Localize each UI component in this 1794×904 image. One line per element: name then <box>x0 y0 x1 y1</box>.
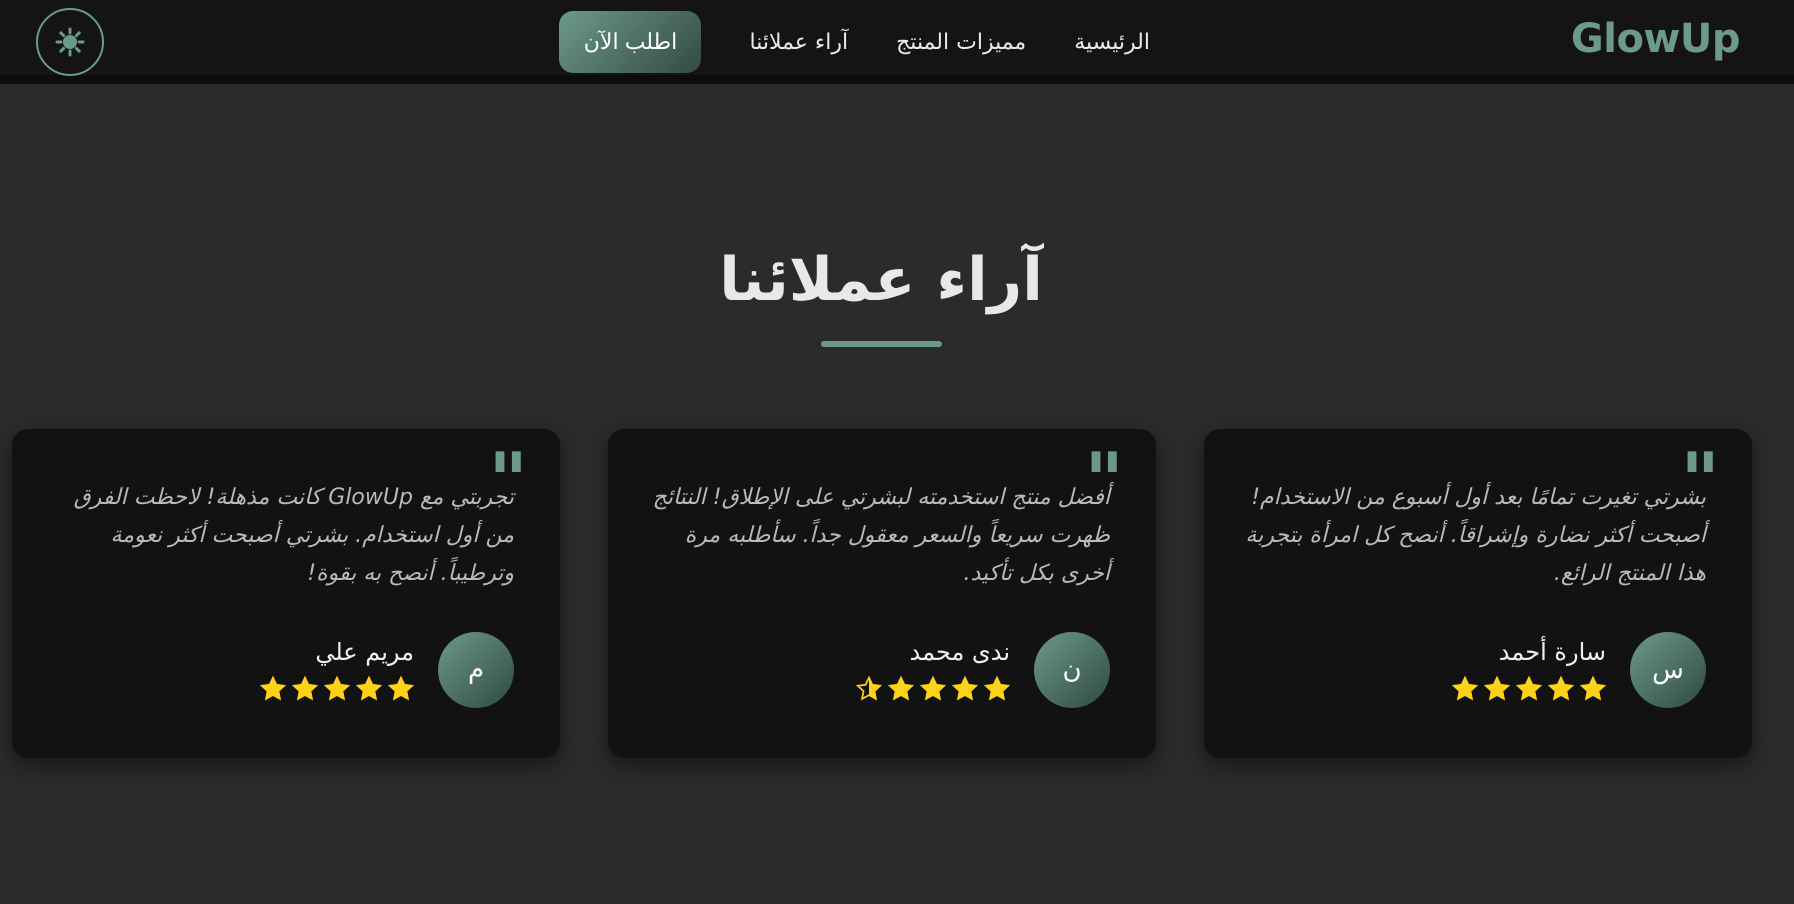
avatar: ن <box>1034 632 1110 708</box>
order-now-button[interactable]: اطلب الآن <box>559 11 702 73</box>
sun-icon <box>55 27 85 57</box>
star-rating <box>260 676 414 702</box>
testimonial-author: م مريم علي <box>260 632 514 708</box>
brand-logo[interactable]: GlowUp <box>1571 16 1741 62</box>
testimonial-card: " بشرتي تغيرت تمامًا بعد أول أسبوع من ال… <box>1204 429 1752 758</box>
navbar: الرئيسية مميزات المنتج آراء عملائنا اطلب… <box>0 0 1794 84</box>
star-full-icon <box>888 676 914 701</box>
title-underline <box>821 341 942 347</box>
avatar: م <box>438 632 514 708</box>
section-title: آراء عملائنا <box>719 245 1043 315</box>
star-full-icon <box>1484 676 1510 701</box>
star-full-icon <box>324 676 350 701</box>
nav-link-home[interactable]: الرئيسية <box>1074 30 1150 55</box>
star-full-icon <box>984 676 1010 701</box>
star-full-icon <box>1548 676 1574 701</box>
star-full-icon <box>1452 676 1478 701</box>
author-info: سارة أحمد <box>1452 638 1606 702</box>
author-name: ندى محمد <box>909 638 1010 666</box>
author-name: سارة أحمد <box>1498 638 1606 666</box>
star-full-icon <box>292 676 318 701</box>
author-name: مريم علي <box>315 638 414 666</box>
star-full-icon <box>388 676 414 701</box>
star-rating <box>856 676 1010 702</box>
theme-toggle-button[interactable] <box>36 8 104 76</box>
author-info: ندى محمد <box>856 638 1010 702</box>
star-full-icon <box>952 676 978 701</box>
star-full-icon <box>1580 676 1606 701</box>
nav-links: الرئيسية مميزات المنتج آراء عملائنا اطلب… <box>559 11 1150 73</box>
star-half-icon <box>856 676 882 701</box>
testimonial-card: " تجربتي مع GlowUp كانت مذهلة! لاحظت الف… <box>12 429 560 758</box>
nav-link-features[interactable]: مميزات المنتج <box>896 30 1026 55</box>
testimonial-author: ن ندى محمد <box>856 632 1110 708</box>
testimonial-text: أفضل منتج استخدمته لبشرتي على الإطلاق! ا… <box>652 485 1110 586</box>
star-full-icon <box>1516 676 1542 701</box>
testimonial-author: س سارة أحمد <box>1452 632 1706 708</box>
nav-link-testimonials[interactable]: آراء عملائنا <box>749 30 848 55</box>
testimonial-card: " أفضل منتج استخدمته لبشرتي على الإطلاق!… <box>608 429 1156 758</box>
author-info: مريم علي <box>260 638 414 702</box>
star-rating <box>1452 676 1606 702</box>
testimonial-text: تجربتي مع GlowUp كانت مذهلة! لاحظت الفرق… <box>73 485 514 586</box>
star-full-icon <box>920 676 946 701</box>
avatar: س <box>1630 632 1706 708</box>
testimonial-text: بشرتي تغيرت تمامًا بعد أول أسبوع من الاس… <box>1245 485 1706 586</box>
star-full-icon <box>260 676 286 701</box>
star-full-icon <box>356 676 382 701</box>
